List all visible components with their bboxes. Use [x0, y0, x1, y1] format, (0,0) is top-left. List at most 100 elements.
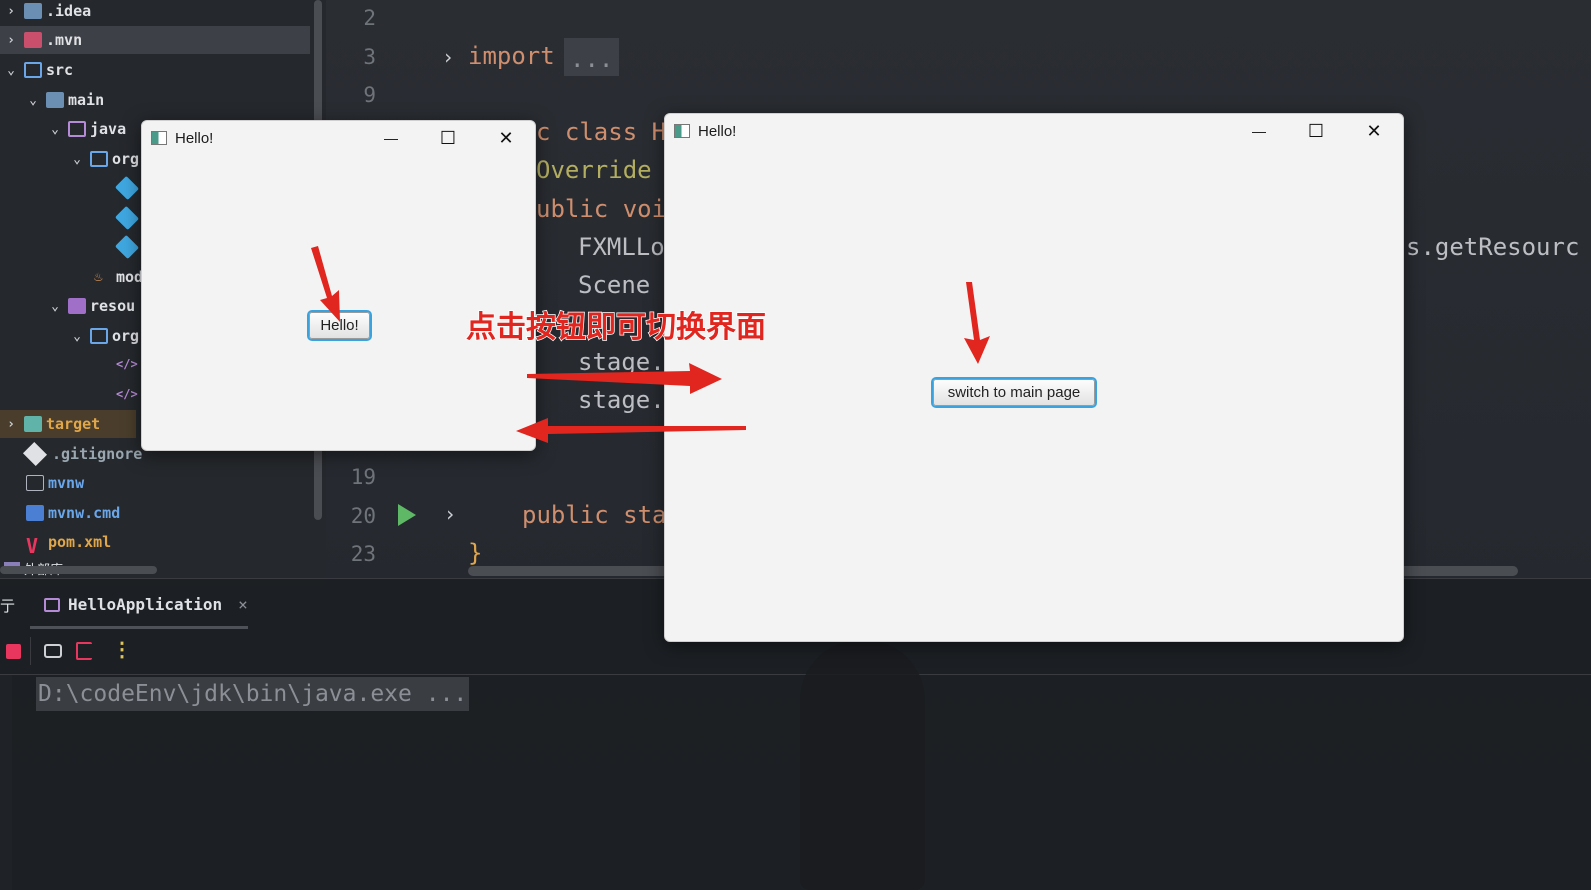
- terminal-file-icon: [26, 475, 44, 491]
- module-info-icon: ♨: [94, 269, 103, 285]
- run-gutter-icon[interactable]: [398, 504, 416, 526]
- stop-icon[interactable]: [6, 644, 21, 659]
- run-panel-label: 亍: [0, 597, 16, 615]
- java-class-icon: [114, 205, 140, 231]
- hello-window-small[interactable]: Hello! — ☐ ✕ Hello!: [141, 120, 536, 451]
- tree-item-java[interactable]: ⌄ java: [48, 115, 126, 143]
- line-number: 3: [363, 45, 376, 69]
- exit-icon[interactable]: [76, 642, 92, 660]
- package-icon: [90, 328, 108, 344]
- powershell-file-icon: [26, 505, 44, 521]
- code-stage-1: stage.: [578, 348, 665, 376]
- code-class-decl: c class H: [536, 118, 667, 146]
- toolbar-divider: [30, 637, 31, 665]
- line-number: 9: [363, 83, 376, 107]
- tree-item-fxml[interactable]: </>: [116, 351, 138, 379]
- tree-item-label: src: [46, 61, 74, 79]
- tree-item-label: main: [68, 91, 105, 109]
- close-icon[interactable]: ✕: [1346, 114, 1402, 148]
- window-title-bar[interactable]: Hello!: [142, 121, 535, 155]
- tree-item-main[interactable]: ⌄ main: [26, 86, 104, 114]
- chevron-right-icon[interactable]: ›: [4, 33, 18, 48]
- tab-label: HelloApplication: [68, 595, 223, 614]
- line-number: 23: [350, 542, 376, 566]
- tree-item-org-package[interactable]: ⌄ org: [70, 322, 139, 350]
- switch-to-main-page-button[interactable]: switch to main page: [933, 379, 1095, 406]
- tab-hello-application[interactable]: HelloApplication ×: [44, 595, 248, 614]
- maximize-icon[interactable]: ☐: [1288, 114, 1344, 148]
- code-import-fold[interactable]: ...: [564, 38, 620, 76]
- tree-item-label: org: [112, 327, 140, 345]
- tree-item-org-package[interactable]: ⌄ org: [70, 145, 139, 173]
- tree-item-label: pom.xml: [48, 533, 112, 551]
- tree-item-fxml[interactable]: </>: [116, 381, 138, 409]
- resources-folder-icon: [68, 298, 86, 314]
- tree-item-label: .idea: [46, 2, 92, 20]
- hello-window-large[interactable]: Hello! — ☐ ✕ switch to main page: [664, 113, 1404, 642]
- chevron-right-icon[interactable]: ›: [4, 417, 18, 432]
- java-class-icon: [114, 175, 140, 201]
- tree-item-label: mod: [116, 268, 144, 286]
- tree-item-label: mvnw.cmd: [48, 504, 121, 522]
- chevron-down-icon[interactable]: ⌄: [4, 63, 18, 78]
- code-get-resource: s.getResourc: [1406, 233, 1580, 261]
- fold-chevron-icon[interactable]: ›: [444, 502, 456, 526]
- tree-item-class[interactable]: [114, 204, 140, 232]
- fxml-file-icon: </>: [116, 387, 138, 401]
- close-icon[interactable]: ×: [238, 595, 248, 614]
- console-left-bar: [0, 675, 12, 890]
- chevron-down-icon[interactable]: ⌄: [48, 299, 62, 314]
- window-title: Hello!: [698, 122, 737, 140]
- line-number: 19: [350, 465, 376, 489]
- tree-item-label: .mvn: [46, 31, 83, 49]
- chevron-right-icon[interactable]: ›: [4, 4, 18, 19]
- tree-item-idea[interactable]: › .idea: [4, 0, 310, 25]
- window-title: Hello!: [175, 129, 214, 147]
- camera-icon[interactable]: [44, 644, 62, 658]
- app-window-icon: [674, 124, 690, 138]
- mvn-folder-icon: [24, 32, 42, 48]
- minimize-icon[interactable]: —: [363, 121, 419, 155]
- tree-item-gitignore[interactable]: .gitignore: [22, 440, 142, 468]
- idea-folder-icon: [24, 3, 42, 19]
- tree-item-resources[interactable]: ⌄ resou: [48, 292, 135, 320]
- fxml-file-icon: </>: [116, 357, 138, 371]
- console-output-line: D:\codeEnv\jdk\bin\java.exe ...: [36, 677, 470, 711]
- more-options-icon[interactable]: ⋮: [112, 639, 132, 659]
- maximize-icon[interactable]: ☐: [420, 121, 476, 155]
- minimize-icon[interactable]: —: [1231, 114, 1287, 148]
- fold-chevron-icon[interactable]: ›: [442, 45, 454, 69]
- java-source-folder-icon: [68, 121, 86, 137]
- tree-item-mvnw[interactable]: mvnw: [26, 469, 84, 497]
- tree-item-target[interactable]: › target: [0, 410, 136, 438]
- chevron-down-icon[interactable]: ⌄: [26, 93, 40, 108]
- tree-item-mvnw-cmd[interactable]: mvnw.cmd: [26, 499, 120, 527]
- tree-item-mvn[interactable]: › .mvn: [0, 26, 310, 54]
- source-folder-icon: [24, 62, 42, 78]
- tree-item-module-info[interactable]: ♨ mod: [94, 263, 143, 291]
- active-tab-indicator: [30, 626, 248, 629]
- folder-icon: [46, 92, 64, 108]
- code-main-decl: public sta: [522, 501, 667, 529]
- chevron-down-icon[interactable]: ⌄: [70, 152, 84, 167]
- tree-item-label: org: [112, 150, 140, 168]
- tree-item-label: mvnw: [48, 474, 85, 492]
- code-closing-brace: }: [468, 539, 483, 567]
- code-override: Override: [536, 156, 652, 184]
- chevron-down-icon[interactable]: ⌄: [48, 122, 62, 137]
- target-folder-icon: [24, 416, 42, 432]
- line-number: 20: [350, 504, 376, 528]
- git-icon: [22, 441, 48, 467]
- chevron-down-icon[interactable]: ⌄: [70, 329, 84, 344]
- app-window-icon: [151, 131, 167, 145]
- tree-horizontal-scrollbar[interactable]: [0, 566, 157, 574]
- background-figure-silhouette: [800, 640, 925, 890]
- tree-item-label: java: [90, 120, 127, 138]
- tree-item-pom[interactable]: V pom.xml: [26, 528, 112, 558]
- close-icon[interactable]: ✕: [478, 121, 534, 155]
- hello-button[interactable]: Hello!: [309, 312, 370, 339]
- code-scene: Scene: [578, 271, 651, 299]
- tree-item-class[interactable]: [114, 174, 140, 202]
- tree-item-class[interactable]: [114, 233, 140, 261]
- tree-item-src[interactable]: ⌄ src: [4, 56, 73, 84]
